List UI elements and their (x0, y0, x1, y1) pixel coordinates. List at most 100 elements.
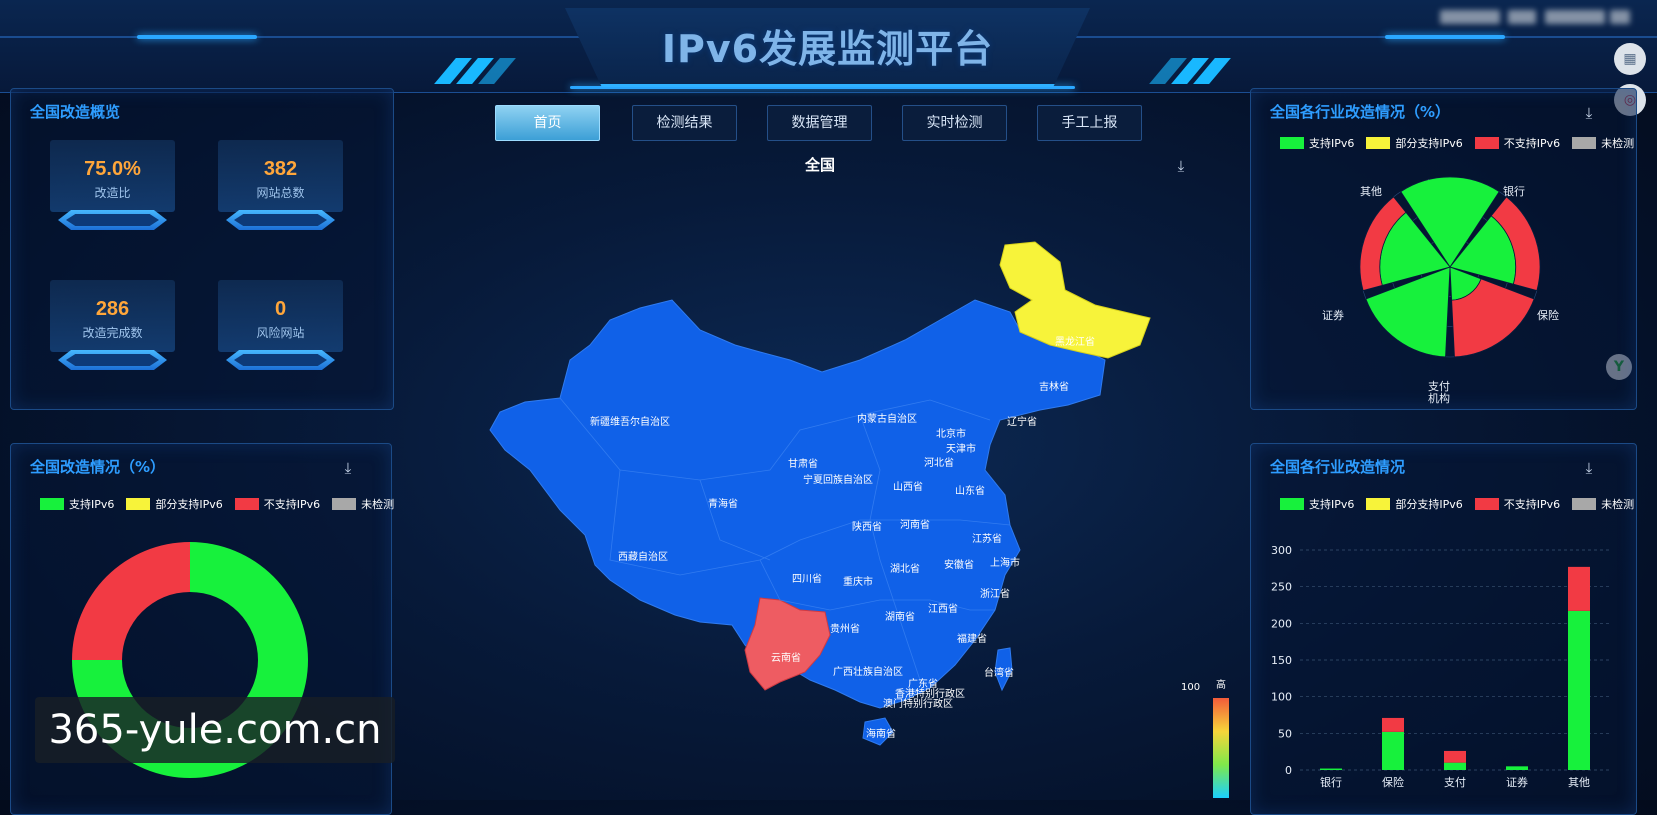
industry-rose-chart: 银行 保险 支付 机构 证券 其他 1 (1322, 176, 1559, 405)
stat-card-total: 382 网站总数 (218, 140, 343, 250)
legend-item-support[interactable]: 支持IPv6 (1280, 135, 1354, 151)
rose-label-payment-2: 机构 (1428, 391, 1450, 405)
rose-label-other: 其他 (1360, 185, 1382, 198)
stat-label: 风险网站 (256, 326, 305, 340)
map-label: 云南省 (771, 651, 801, 664)
map-label: 重庆市 (843, 575, 873, 588)
legend-item-untested[interactable]: 未检测 (332, 496, 394, 512)
legend-item-partial[interactable]: 部分支持IPv6 (1366, 135, 1463, 151)
map-label: 广西壮族自治区 (833, 665, 903, 678)
map-label: 江苏省 (972, 532, 1002, 545)
map-label: 澳门特别行政区 (883, 697, 953, 710)
header-accent-left (137, 35, 257, 39)
map-label: 上海市 (990, 556, 1020, 569)
stat-card-ratio: 75.0% 改造比 (50, 140, 175, 250)
bar-segment[interactable] (1506, 766, 1528, 770)
user-info-blurred (1440, 10, 1500, 24)
legend-item-untested[interactable]: 未检测 (1572, 135, 1634, 151)
user-info-blurred (1508, 10, 1536, 24)
stat-label: 改造完成数 (82, 326, 143, 340)
map-label: 新疆维吾尔自治区 (590, 415, 670, 428)
header-stripes-right (1149, 58, 1231, 84)
map-label: 湖南省 (885, 610, 915, 623)
legend-item-partial[interactable]: 部分支持IPv6 (126, 496, 223, 512)
download-icon[interactable]: ⤓ (1580, 459, 1598, 477)
download-icon[interactable]: ⤓ (1172, 157, 1190, 175)
bar-segment[interactable] (1444, 750, 1466, 763)
x-tick-label: 支付 (1444, 776, 1466, 789)
map-label: 辽宁省 (1007, 415, 1037, 428)
bar-segment[interactable] (1444, 762, 1466, 770)
map-label: 内蒙古自治区 (857, 412, 917, 425)
bar-segment[interactable] (1320, 768, 1342, 770)
legend-item-unsupported[interactable]: 不支持IPv6 (1474, 135, 1560, 151)
national-title: 全国改造情况（%） (30, 458, 166, 476)
china-map: 新疆维吾尔自治区 西藏自治区 青海省 甘肃省 内蒙古自治区 宁夏回族自治区 山西… (489, 241, 1151, 746)
y-tick-label: 0 (1285, 764, 1292, 777)
tab-data-management[interactable]: 数据管理 (767, 105, 872, 141)
map-label: 山东省 (955, 484, 985, 497)
scale-max-label: 100 (1181, 682, 1201, 693)
bar-segment[interactable] (1382, 731, 1404, 770)
donut-slice[interactable] (72, 542, 190, 660)
x-tick-label: 其他 (1568, 776, 1590, 789)
bar-segment[interactable] (1382, 717, 1404, 732)
map-label: 天津市 (946, 442, 976, 455)
color-scale-bar[interactable] (1213, 698, 1229, 798)
map-label: 四川省 (792, 572, 822, 585)
industry-bar-chart: 0 50 100 150 200 250 300 银行 保险 支付 证券 其他 (1271, 544, 1610, 789)
y-tick-label: 250 (1271, 581, 1292, 594)
stat-label: 网站总数 (256, 186, 305, 200)
stat-value: 75.0% (84, 158, 141, 180)
qr-icon[interactable]: ▦ (1614, 43, 1646, 75)
map-label: 西藏自治区 (618, 550, 668, 563)
legend-item-unsupported[interactable]: 不支持IPv6 (234, 496, 320, 512)
y-tick-label: 100 (1271, 691, 1292, 704)
rose-label-insurance: 保险 (1537, 308, 1559, 322)
x-tick-label: 证券 (1506, 775, 1528, 789)
industry-rose-title: 全国各行业改造情况（%） (1270, 103, 1451, 121)
bar-segment[interactable] (1568, 610, 1590, 770)
map-label: 甘肃省 (788, 457, 818, 470)
x-tick-label: 银行 (1320, 775, 1342, 789)
map-label: 贵州省 (830, 622, 860, 635)
x-tick-label: 保险 (1382, 775, 1404, 789)
map-label: 河南省 (900, 518, 930, 531)
download-icon[interactable]: ⤓ (1580, 104, 1598, 122)
tab-home[interactable]: 首页 (495, 105, 600, 141)
map-label: 海南省 (866, 727, 896, 740)
map-label: 山西省 (893, 480, 923, 493)
stat-card-risk: 0 风险网站 (218, 280, 343, 390)
legend-item-partial[interactable]: 部分支持IPv6 (1366, 496, 1463, 512)
scale-high-label: 高 (1216, 680, 1226, 691)
y-tick-label: 50 (1278, 727, 1292, 740)
download-icon[interactable]: ⤓ (339, 459, 357, 477)
stat-label: 改造比 (94, 186, 131, 200)
legend-item-support[interactable]: 支持IPv6 (40, 496, 114, 512)
stat-card-completed: 286 改造完成数 (50, 280, 175, 390)
stat-value: 0 (274, 298, 287, 320)
rose-legend: 支持IPv6 部分支持IPv6 不支持IPv6 未检测 (1280, 135, 1634, 151)
map-title: 全国 (805, 156, 836, 174)
legend-item-support[interactable]: 支持IPv6 (1280, 496, 1354, 512)
map-label: 黑龙江省 (1055, 335, 1095, 348)
user-info-blurred (1610, 10, 1630, 24)
legend-item-untested[interactable]: 未检测 (1572, 496, 1634, 512)
industry-bar-title: 全国各行业改造情况 (1270, 458, 1406, 476)
tab-realtime-detection[interactable]: 实时检测 (902, 105, 1007, 141)
map-label: 宁夏回族自治区 (803, 473, 873, 486)
national-legend: 支持IPv6 部分支持IPv6 不支持IPv6 未检测 (40, 496, 394, 512)
watermark-overlay: 365-yule.com.cn (35, 697, 395, 763)
header-accent-right (1385, 35, 1505, 39)
page-title: IPv6发展监测平台 (661, 27, 994, 71)
bar-legend: 支持IPv6 部分支持IPv6 不支持IPv6 未检测 (1280, 496, 1634, 512)
tab-manual-report[interactable]: 手工上报 (1037, 105, 1142, 141)
map-label: 浙江省 (980, 587, 1010, 600)
map-label: 河北省 (924, 456, 954, 469)
legend-item-unsupported[interactable]: 不支持IPv6 (1474, 496, 1560, 512)
map-label: 吉林省 (1039, 380, 1069, 393)
bar-segment[interactable] (1568, 566, 1590, 611)
tab-detection-results[interactable]: 检测结果 (632, 105, 737, 141)
y-tick-label: 150 (1271, 654, 1292, 667)
map-label: 江西省 (928, 602, 958, 615)
